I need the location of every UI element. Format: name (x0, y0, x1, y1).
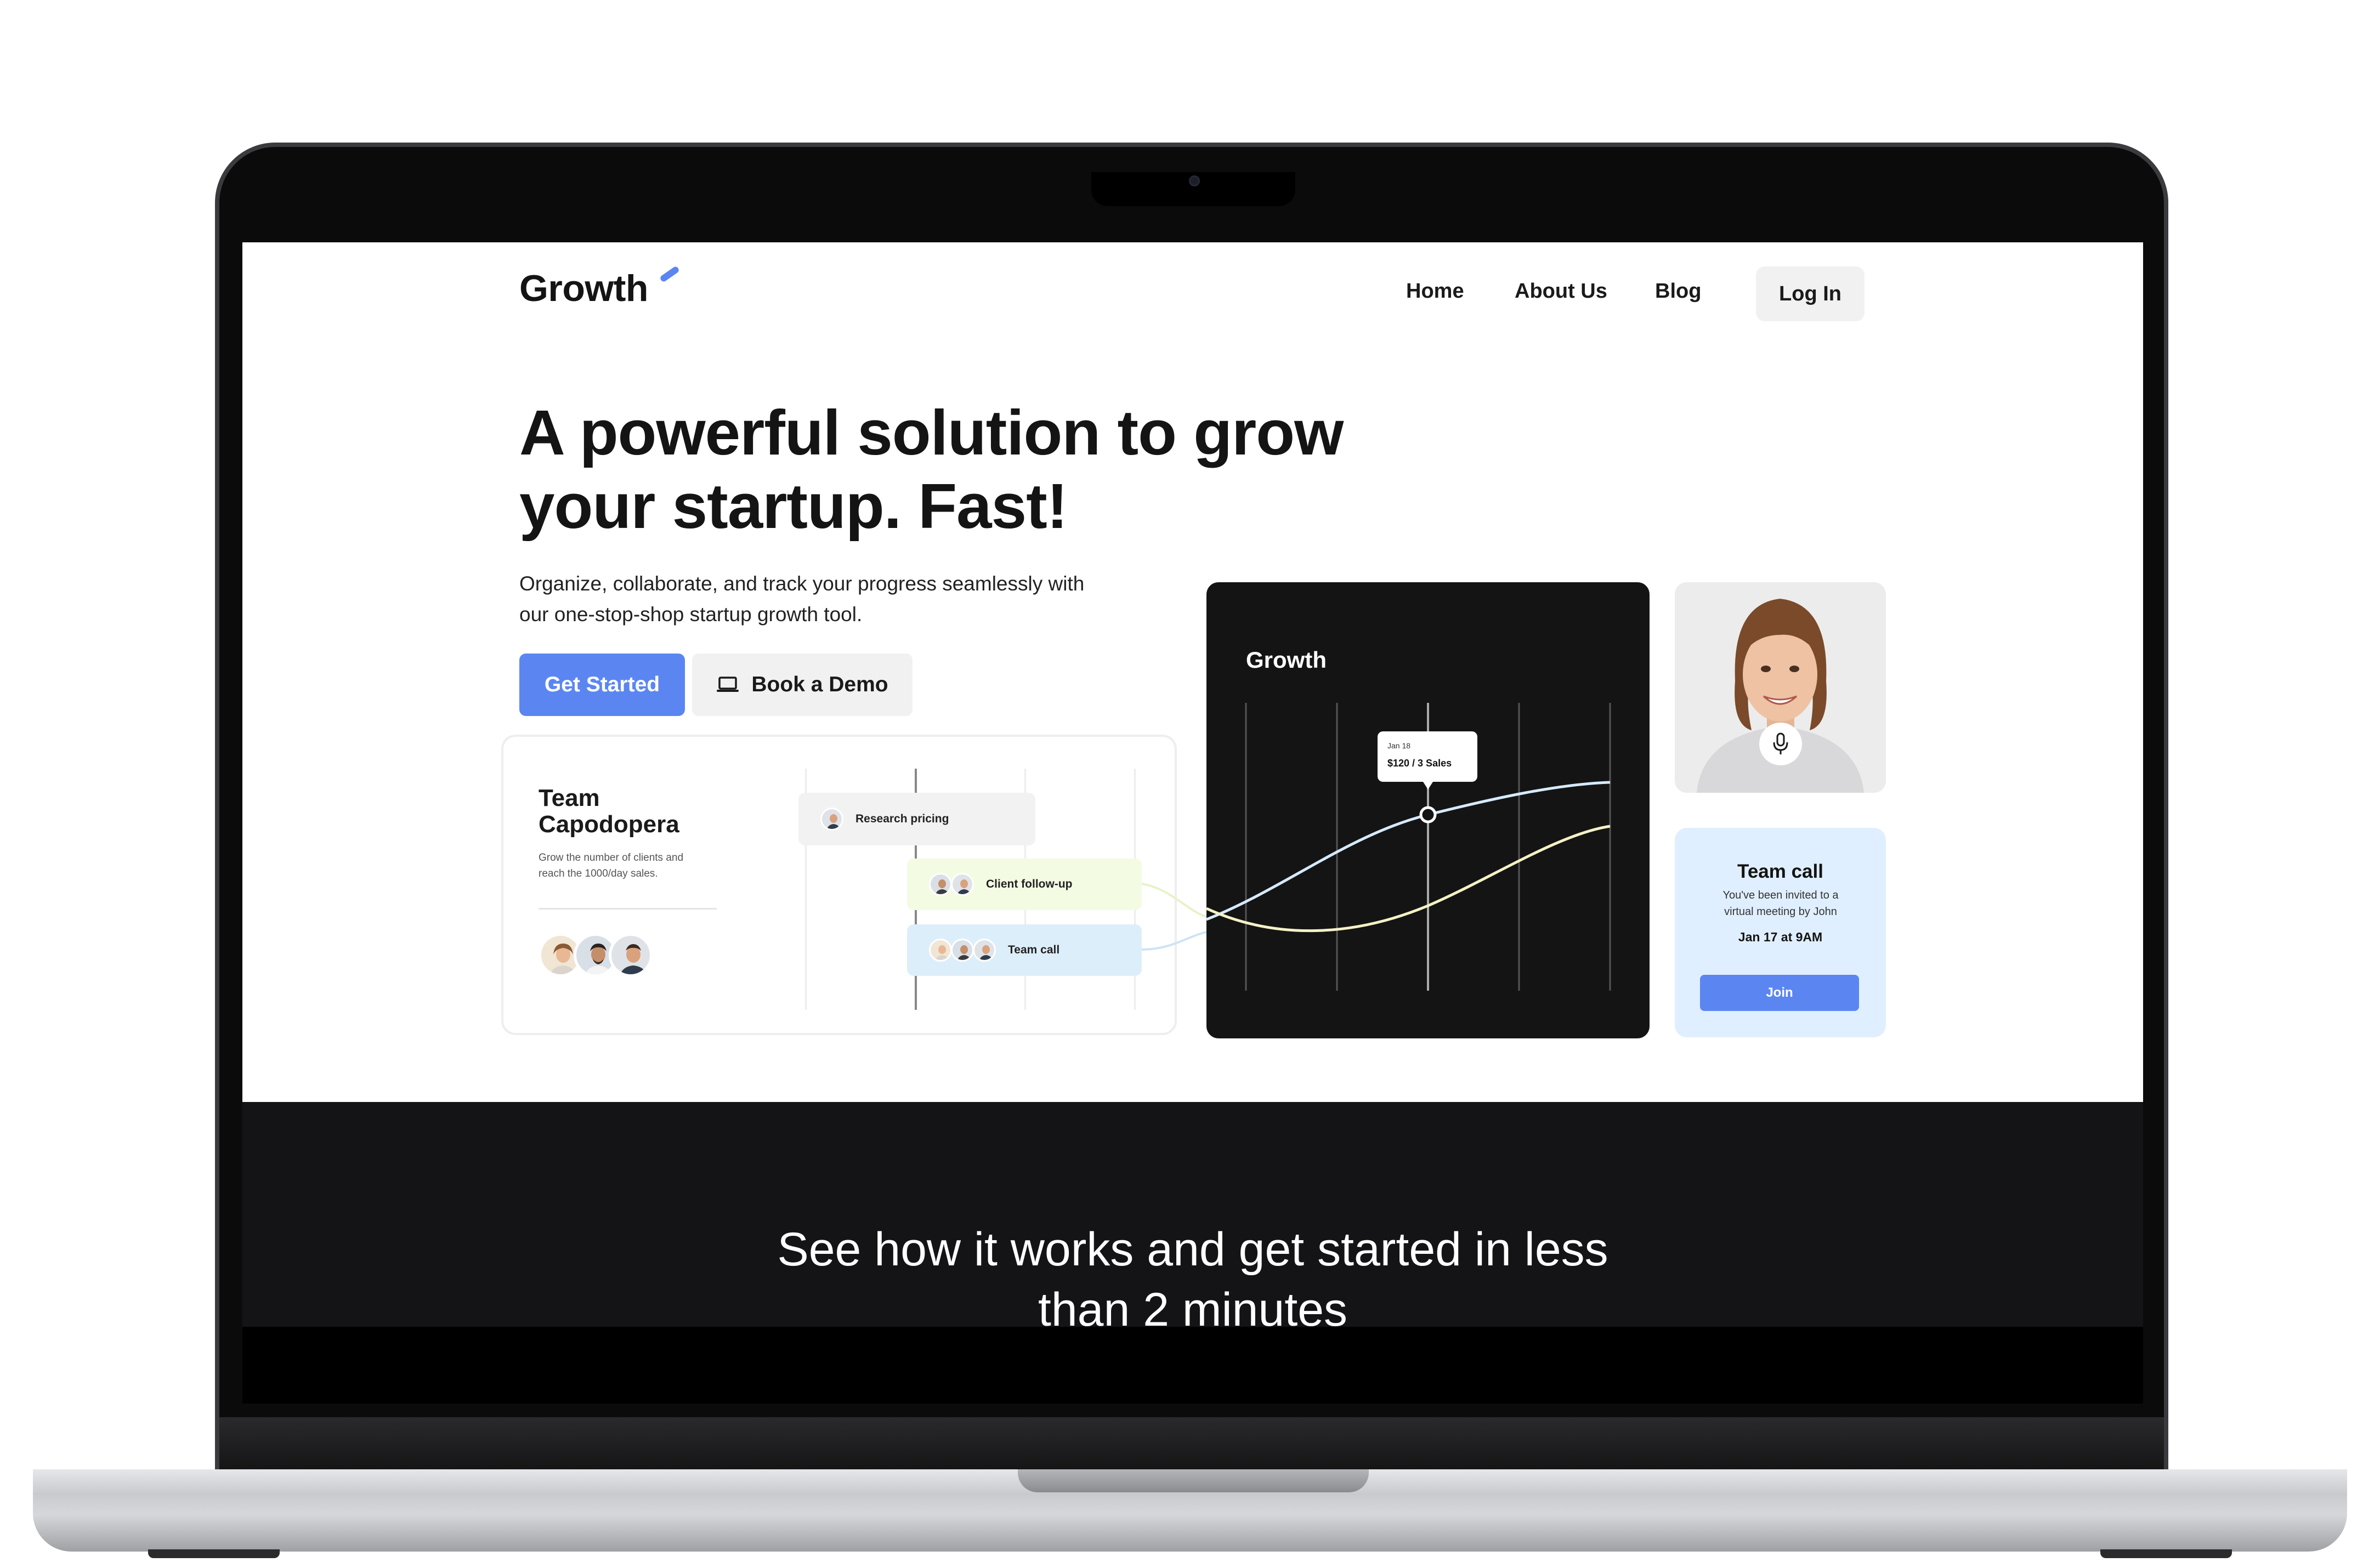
laptop-opening-notch (1018, 1469, 1369, 1492)
brand-logo[interactable]: Growth (519, 267, 648, 310)
team-call-description: You've been invited to a virtual meeting… (1690, 887, 1871, 920)
team-card-title: Team Capodopera (539, 785, 758, 838)
microphone-button[interactable] (1759, 723, 1802, 765)
team-card-divider (539, 908, 717, 910)
chart-tooltip-date: Jan 18 (1387, 741, 1411, 750)
task-team-call[interactable]: Team call (907, 924, 1142, 976)
nav-about-link[interactable]: About Us (1515, 280, 1607, 303)
hero-title-line-1: A powerful solution to grow (519, 397, 1344, 468)
laptop-foot (148, 1549, 280, 1558)
how-it-works-title: See how it works and get started in less… (242, 1219, 2143, 1327)
chart-tooltip-value: $120 / 3 Sales (1387, 758, 1452, 769)
team-call-description-line-1: You've been invited to a (1722, 889, 1839, 901)
avatar (929, 873, 952, 896)
team-card-description-line-1: Grow the number of clients and (539, 852, 684, 863)
team-call-date: Jan 17 at 9AM (1738, 930, 1823, 944)
avatar (951, 873, 974, 896)
book-demo-button[interactable]: Book a Demo (692, 654, 913, 716)
avatar (820, 808, 843, 831)
team-card-title-line-1: Team (539, 785, 600, 811)
screen-bottom-bezel (242, 1327, 2143, 1404)
avatar (951, 939, 974, 962)
chart-line-yellow (1206, 825, 1611, 933)
chart-point (1419, 806, 1437, 823)
team-card-description-line-2: reach the 1000/day sales. (539, 868, 658, 879)
hero-subtitle: Organize, collaborate, and track your pr… (519, 569, 1221, 630)
nav-home-link[interactable]: Home (1406, 280, 1464, 303)
how-it-works-title-line-2: than 2 minutes (1038, 1283, 1348, 1327)
hero-subtitle-line-1: Organize, collaborate, and track your pr… (519, 572, 1085, 595)
team-call-title: Team call (1737, 861, 1823, 882)
team-call-description-line-2: virtual meeting by John (1724, 906, 1837, 918)
login-button[interactable]: Log In (1756, 266, 1865, 321)
chart-line-blue (1206, 781, 1611, 921)
microphone-icon (1773, 732, 1788, 754)
task-label: Team call (1008, 944, 1060, 956)
growth-chart (1206, 703, 1611, 991)
hero-title: A powerful solution to grow your startup… (519, 396, 1452, 543)
logo-accent-mark (659, 265, 681, 283)
team-card-description: Grow the number of clients and reach the… (539, 850, 730, 882)
task-label: Client follow-up (986, 878, 1073, 890)
join-call-button[interactable]: Join (1700, 975, 1859, 1011)
how-it-works-title-line-1: See how it works and get started in less (777, 1223, 1608, 1276)
chart-tooltip (1378, 731, 1477, 782)
browser-screen: Growth Home About Us Blog Log In A power… (242, 242, 2143, 1327)
nav-blog-link[interactable]: Blog (1655, 280, 1701, 303)
task-connector-lines (1142, 883, 1213, 951)
hero-title-line-2: your startup. Fast! (519, 470, 1068, 542)
avatar (609, 933, 653, 977)
get-started-button[interactable]: Get Started (519, 654, 685, 716)
avatar (973, 939, 996, 962)
task-client-follow-up[interactable]: Client follow-up (907, 859, 1142, 910)
task-label: Research pricing (855, 813, 949, 825)
tooltip-pointer (1423, 782, 1433, 789)
camera-icon (1189, 175, 1200, 186)
laptop-hinge (219, 1417, 2164, 1469)
avatar (929, 939, 952, 962)
laptop-icon (717, 677, 739, 692)
task-research-pricing[interactable]: Research pricing (798, 793, 1035, 845)
hero-subtitle-line-2: our one-stop-shop startup growth tool. (519, 603, 863, 626)
book-demo-label: Book a Demo (751, 673, 888, 696)
laptop-foot (2100, 1549, 2232, 1558)
team-card-title-line-2: Capodopera (539, 811, 679, 838)
